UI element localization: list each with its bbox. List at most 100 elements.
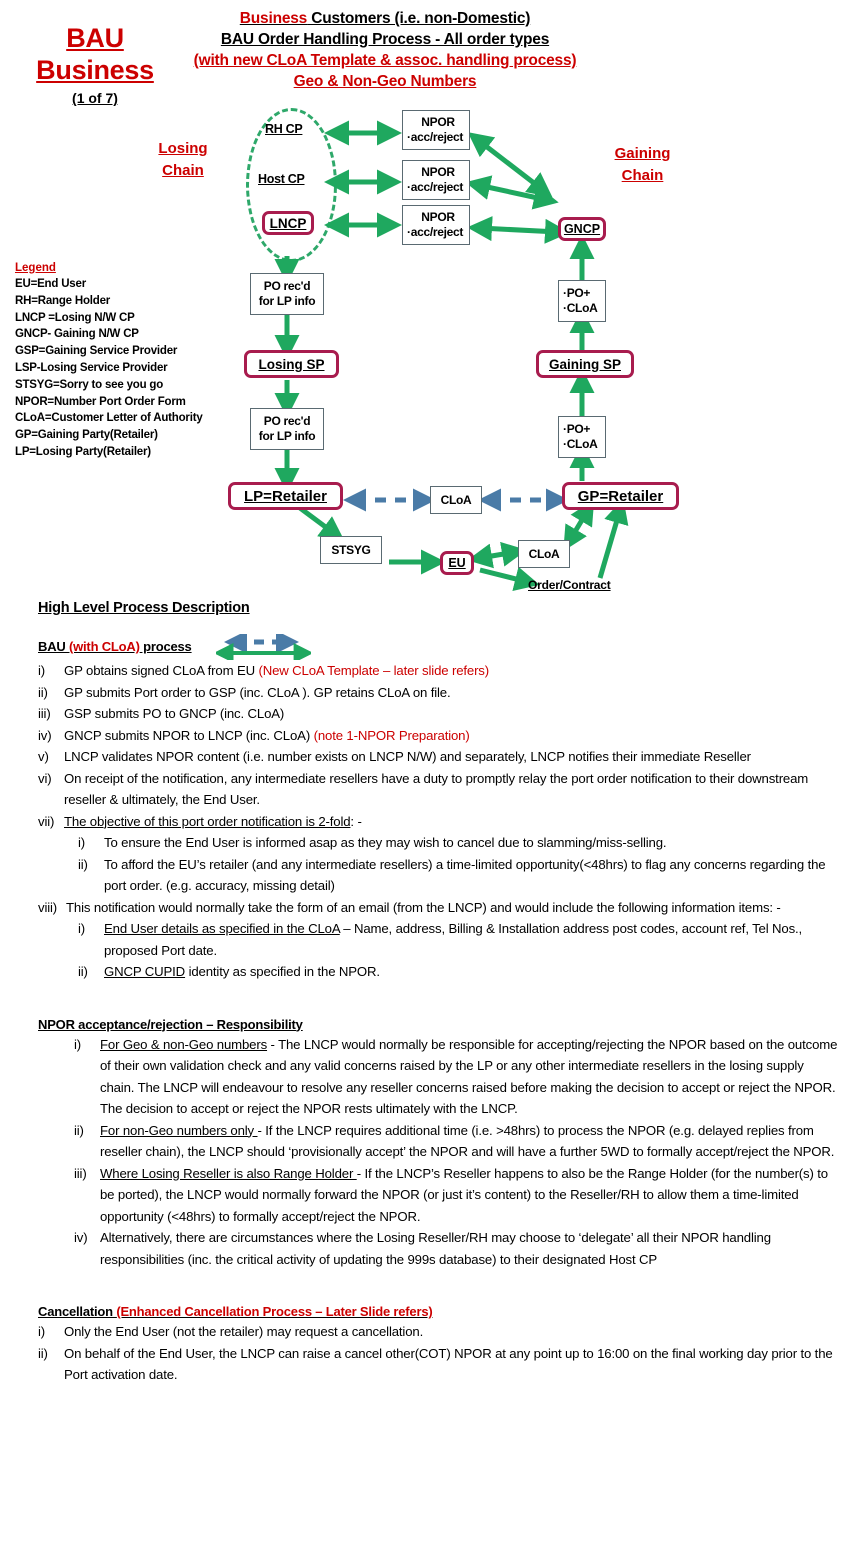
list-text: On receipt of the notification, any inte…: [64, 770, 809, 808]
list-item: ii) For non-Geo numbers only - If the LNC…: [38, 1120, 838, 1163]
list-text: GNCP submits NPOR to LNCP (inc. CLoA): [64, 727, 314, 743]
cloa-label: CLoA: [528, 546, 560, 561]
node-lncp-label: LNCP: [269, 215, 307, 231]
node-losing-sp-label: Losing SP: [258, 356, 325, 372]
node-cloa-middle: CLoA: [430, 486, 482, 514]
list-text: Alternatively, there are circumstances w…: [100, 1230, 771, 1267]
list-item: v) LNCP validates NPOR content (i.e. numb…: [38, 746, 838, 768]
cancellation-list: i) Only the End User (not the retailer) m…: [38, 1321, 838, 1386]
legend-item: RH=Range Holder: [15, 294, 111, 307]
node-gncp[interactable]: GNCP: [558, 217, 606, 241]
list-item: ii) To afford the EU’s retailer (and any …: [38, 854, 838, 897]
list-marker: ii): [74, 1122, 84, 1138]
node-gp-retailer[interactable]: GP=Retailer: [562, 482, 679, 510]
node-order-contract: Order/Contract: [528, 578, 611, 592]
list-marker: iii): [38, 706, 51, 721]
title-line-4: Geo & Non-Geo Numbers: [293, 73, 477, 90]
node-gp-retailer-label: GP=Retailer: [577, 487, 664, 505]
slide-side-title: BAU Business (1 of 7): [20, 22, 170, 108]
list-text-underlined: Where Losing Reseller is also Range Hold…: [100, 1165, 357, 1181]
page-title: Business Customers (i.e. non-Domestic) B…: [175, 8, 595, 92]
list-text: Only the End User (not the retailer) may…: [64, 1324, 424, 1339]
list-marker: i): [74, 1036, 82, 1052]
list-marker: vi): [38, 770, 52, 786]
node-npor-2: NPOR ·acc/reject: [402, 160, 470, 200]
node-eu[interactable]: EU: [440, 551, 474, 575]
list-item: i) Only the End User (not the retailer) m…: [38, 1321, 838, 1343]
node-losing-sp[interactable]: Losing SP: [244, 350, 339, 378]
list-marker: viii): [38, 899, 58, 915]
high-level-heading: High Level Process Description: [38, 600, 250, 616]
gaining-chain-line1: Gaining: [614, 145, 671, 162]
legend: Legend EU=End User RH=Range Holder LNCP …: [15, 260, 245, 461]
node-lp-retailer-label: LP=Retailer: [244, 487, 327, 505]
list-text-underlined: For Geo & non-Geo numbers: [100, 1036, 268, 1052]
list-text: GSP submits PO to GNCP (inc. CLoA): [64, 706, 285, 721]
stsyg-label: STSYG: [331, 542, 371, 557]
legend-item: EU=End User: [15, 278, 86, 290]
list-item: ii) GNCP CUPID identity as specified in t…: [38, 961, 838, 983]
po-cloa-line1: ·PO+: [563, 286, 591, 300]
losing-chain-line2: Chain: [162, 162, 204, 179]
cancellation-heading-part2: (Enhanced Cancellation Process – Later S…: [116, 1304, 433, 1319]
node-lncp[interactable]: LNCP: [262, 211, 314, 235]
list-text: To afford the EU’s retailer (and any int…: [104, 856, 826, 894]
title-line-2: BAU Order Handling Process - All order t…: [220, 31, 550, 48]
list-text: LNCP validates NPOR content (i.e. number…: [64, 749, 751, 764]
list-item: iv) GNCP submits NPOR to LNCP (inc. CLoA)…: [38, 725, 838, 747]
po-recd-line2: for LP info: [258, 294, 316, 308]
po-recd-line1: PO rec'd: [263, 414, 311, 428]
list-item: vi) On receipt of the notification, any i…: [38, 768, 838, 811]
side-title-business: Business: [36, 55, 154, 85]
bau-list: i) GP obtains signed CLoA from EU (New CL…: [38, 660, 838, 832]
po-recd-line1: PO rec'd: [263, 279, 311, 293]
node-npor-1: NPOR ·acc/reject: [402, 110, 470, 150]
npor-title: NPOR: [421, 210, 455, 224]
bau-heading-part1: BAU: [38, 639, 69, 655]
list-marker: i): [38, 663, 46, 678]
bau-vii-sublist: i) To ensure the End User is informed asa…: [38, 832, 838, 897]
legend-item: NPOR=Number Port Order Form: [15, 395, 186, 408]
legend-title: Legend: [15, 262, 56, 274]
list-item: viii) This notification would normally ta…: [38, 897, 838, 919]
bau-heading-part2: (with CLoA): [68, 639, 140, 655]
npor-sub: ·acc/reject: [407, 180, 464, 194]
legend-item: STSYG=Sorry to see you go: [15, 378, 164, 391]
node-po-cloa-upper: ·PO+ ·CLoA: [558, 280, 606, 322]
losing-chain-line1: Losing: [158, 140, 208, 157]
node-lp-retailer[interactable]: LP=Retailer: [228, 482, 343, 510]
list-text: : -: [350, 813, 362, 829]
cancellation-heading: Cancellation (Enhanced Cancellation Proc…: [38, 1304, 838, 1319]
list-marker: ii): [78, 964, 88, 979]
list-text: To ensure the End User is informed asap …: [104, 835, 667, 850]
legend-item: GSP=Gaining Service Provider: [15, 345, 178, 358]
node-host-cp: Host CP: [258, 172, 305, 186]
gaining-chain-label: Gaining Chain: [595, 143, 690, 187]
node-po-recd-1: PO rec'd for LP info: [250, 273, 324, 315]
list-text-underlined: For non-Geo numbers only: [100, 1122, 258, 1138]
po-cloa-line2: ·CLoA: [563, 301, 598, 315]
list-text-underlined: End User details as specified in the CLo…: [104, 921, 340, 936]
po-cloa-line1: ·PO+: [563, 422, 591, 436]
list-text: identity as specified in the NPOR.: [185, 964, 381, 979]
legend-item: GP=Gaining Party(Retailer): [15, 429, 158, 442]
npor-title: NPOR: [421, 165, 455, 179]
node-stsyg: STSYG: [320, 536, 382, 564]
list-marker: ii): [38, 684, 48, 700]
node-eu-label: EU: [448, 556, 466, 570]
npor-title: NPOR: [421, 115, 455, 129]
list-marker: vii): [38, 813, 55, 829]
cancellation-heading-part1: Cancellation: [38, 1304, 117, 1319]
node-rh-cp: RH CP: [265, 122, 303, 136]
side-title-page-count: (1 of 7): [72, 90, 118, 106]
list-item: iv) Alternatively, there are circumstance…: [38, 1227, 838, 1270]
npor-responsibility-list: i) For Geo & non-Geo numbers - The LNCP w…: [38, 1034, 838, 1271]
list-item: i) To ensure the End User is informed asa…: [38, 832, 838, 854]
list-text: This notification would normally take th…: [66, 899, 781, 915]
list-item: i) GP obtains signed CLoA from EU (New CL…: [38, 660, 838, 682]
list-text: On behalf of the End User, the LNCP can …: [64, 1345, 833, 1383]
bau-process-heading: BAU (with CLoA) process: [38, 638, 192, 656]
node-gaining-sp[interactable]: Gaining SP: [536, 350, 634, 378]
list-marker: i): [78, 835, 86, 850]
title-line-3: (with new CLoA Template & assoc. handlin…: [193, 52, 577, 69]
